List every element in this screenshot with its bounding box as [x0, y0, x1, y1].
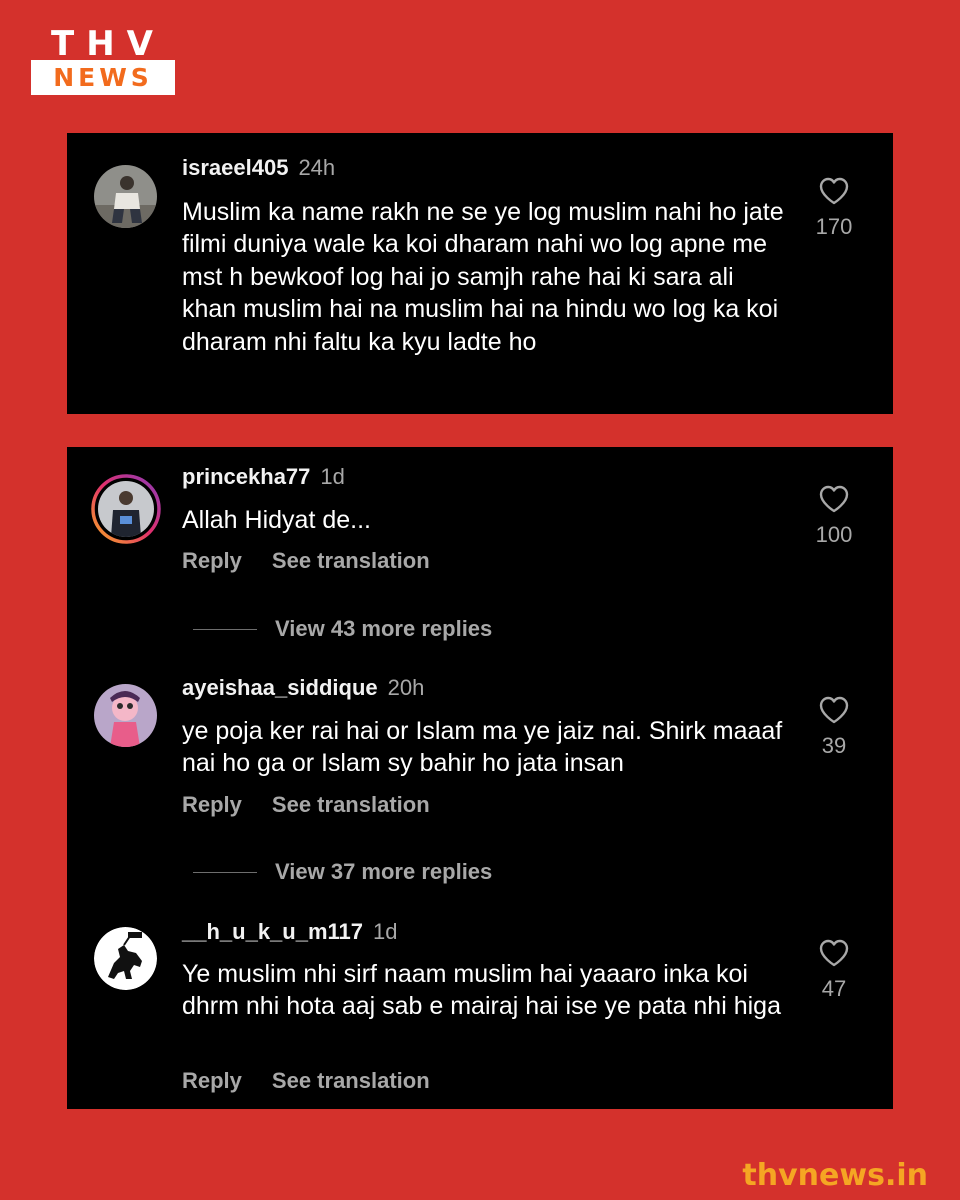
heart-icon[interactable]: [818, 695, 850, 725]
comment-text: ye poja ker rai hai or Islam ma ye jaiz …: [182, 717, 783, 778]
username-text[interactable]: israeel405: [182, 155, 288, 180]
thv-news-logo: THV NEWS: [31, 24, 175, 95]
username[interactable]: ayeishaa_siddique 20h: [182, 675, 424, 701]
comment-time: 20h: [387, 675, 425, 700]
comment-card: princekha77 1d Allah Hidyat de... Reply Se…: [67, 447, 893, 1109]
username-text[interactable]: princekha77: [182, 464, 310, 489]
comment-actions: Reply See translation: [182, 1068, 430, 1094]
like-count: 170: [815, 214, 853, 239]
like-count: 39: [821, 733, 847, 758]
like-button[interactable]: 100: [809, 484, 859, 548]
divider-line: [193, 628, 257, 630]
logo-bottom-text: NEWS: [31, 60, 175, 95]
username[interactable]: israeel405 24h: [182, 155, 335, 181]
comment-actions: Reply See translation: [182, 548, 430, 574]
site-url: thvnews.in: [742, 1158, 928, 1193]
see-translation-button[interactable]: See translation: [272, 1068, 430, 1093]
username-text[interactable]: ayeishaa_siddique: [182, 675, 378, 700]
see-translation-button[interactable]: See translation: [272, 548, 430, 573]
avatar[interactable]: [94, 165, 157, 228]
like-button[interactable]: 47: [809, 938, 859, 1002]
view-more-replies[interactable]: View 43 more replies: [193, 616, 492, 642]
comment-time: 24h: [298, 155, 336, 180]
avatar-story-ring[interactable]: [91, 474, 161, 544]
like-button[interactable]: 39: [809, 695, 859, 759]
comment-time: 1d: [373, 919, 398, 944]
comment-actions: Reply See translation: [182, 792, 430, 818]
username[interactable]: __h_u_k_u_m117 1d: [182, 919, 398, 945]
view-more-replies-text[interactable]: View 37 more replies: [275, 859, 492, 885]
heart-icon[interactable]: [818, 938, 850, 968]
view-more-replies[interactable]: View 37 more replies: [193, 859, 492, 885]
comment-card: israeel405 24h Muslim ka name rakh ne se …: [67, 133, 893, 414]
comment-text: Ye muslim nhi sirf naam muslim hai yaaar…: [182, 960, 781, 1021]
comment-text: Allah Hidyat de...: [182, 506, 371, 534]
see-translation-button[interactable]: See translation: [272, 792, 430, 817]
avatar[interactable]: [94, 684, 157, 747]
username-text[interactable]: __h_u_k_u_m117: [182, 919, 363, 944]
like-button[interactable]: 170: [809, 176, 859, 240]
logo-top-text: THV: [51, 24, 165, 64]
heart-icon[interactable]: [818, 176, 850, 206]
comment-time: 1d: [320, 464, 345, 489]
username[interactable]: princekha77 1d: [182, 464, 345, 490]
avatar[interactable]: [94, 927, 157, 990]
reply-button[interactable]: Reply: [182, 548, 242, 573]
divider-line: [193, 871, 257, 873]
view-more-replies-text[interactable]: View 43 more replies: [275, 616, 492, 642]
like-count: 100: [815, 522, 853, 547]
reply-button[interactable]: Reply: [182, 792, 242, 817]
like-count: 47: [821, 976, 847, 1001]
reply-button[interactable]: Reply: [182, 1068, 242, 1093]
heart-icon[interactable]: [818, 484, 850, 514]
comment-text: Muslim ka name rakh ne se ye log muslim …: [182, 198, 784, 356]
